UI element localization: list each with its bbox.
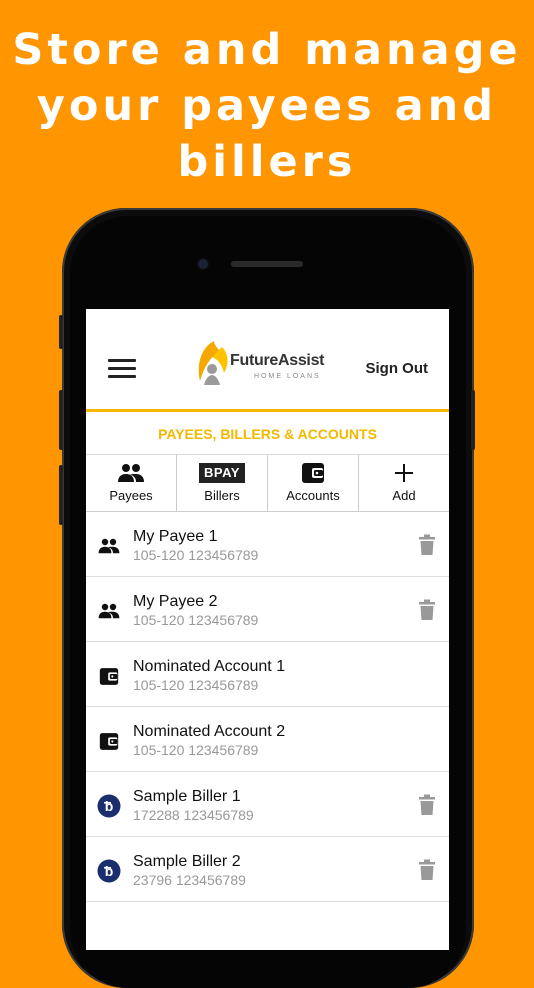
menu-icon[interactable] — [108, 359, 136, 379]
bpay-badge-icon: b — [97, 794, 121, 818]
volume-down-button — [59, 465, 63, 525]
tab-bar: Payees BPAY Billers Accounts Add — [86, 455, 449, 512]
tab-accounts[interactable]: Accounts — [268, 455, 359, 511]
item-name: Sample Biller 2 — [133, 853, 241, 870]
people-icon — [97, 534, 121, 558]
trash-icon[interactable] — [418, 794, 436, 816]
tab-billers[interactable]: BPAY Billers — [177, 455, 268, 511]
logo-subtitle: HOME LOANS — [254, 373, 321, 380]
app-header: FutureAssist HOME LOANS Sign Out — [86, 309, 449, 412]
earpiece-speaker — [231, 261, 303, 267]
svg-text:b: b — [105, 798, 114, 814]
list-item-biller[interactable]: b Sample Biller 1 172288 123456789 — [86, 772, 449, 837]
section-title: PAYEES, BILLERS & ACCOUNTS — [86, 412, 449, 455]
item-name: My Payee 1 — [133, 528, 218, 545]
trash-icon[interactable] — [418, 534, 436, 556]
sign-out-button[interactable]: Sign Out — [366, 360, 429, 377]
item-account-number: 105-120 123456789 — [133, 677, 259, 693]
trash-icon[interactable] — [418, 859, 436, 881]
people-icon — [97, 599, 121, 623]
wallet-icon — [97, 664, 121, 688]
bpay-icon: BPAY — [199, 461, 245, 485]
logo-mark-icon — [198, 341, 228, 385]
wallet-icon — [97, 729, 121, 753]
plus-icon — [395, 461, 413, 485]
list-item-payee[interactable]: My Payee 2 105-120 123456789 — [86, 577, 449, 642]
tab-accounts-label: Accounts — [286, 488, 340, 503]
item-name: Nominated Account 1 — [133, 658, 286, 675]
trash-icon[interactable] — [418, 599, 436, 621]
logo-wordmark: FutureAssist — [230, 352, 325, 369]
item-biller-reference: 172288 123456789 — [133, 807, 254, 823]
item-account-number: 105-120 123456789 — [133, 742, 259, 758]
item-account-number: 105-120 123456789 — [133, 547, 259, 563]
promo-headline: Store and manage your payees and billers — [0, 22, 534, 190]
svg-text:b: b — [105, 863, 114, 879]
power-button — [471, 390, 475, 450]
list-item-account[interactable]: Nominated Account 2 105-120 123456789 — [86, 707, 449, 772]
list-item-account[interactable]: Nominated Account 1 105-120 123456789 — [86, 642, 449, 707]
mute-switch — [59, 315, 63, 349]
headline-line-1: Store and manage — [12, 25, 522, 75]
tab-add[interactable]: Add — [359, 455, 449, 511]
item-account-number: 105-120 123456789 — [133, 612, 259, 628]
tab-add-label: Add — [392, 488, 416, 503]
item-biller-reference: 23796 123456789 — [133, 872, 246, 888]
item-name: Nominated Account 2 — [133, 723, 286, 740]
wallet-icon — [301, 461, 325, 485]
payee-list: My Payee 1 105-120 123456789 My Payee 2 … — [86, 512, 449, 902]
tab-payees[interactable]: Payees — [86, 455, 177, 511]
list-item-biller[interactable]: b Sample Biller 2 23796 123456789 — [86, 837, 449, 902]
list-item-payee[interactable]: My Payee 1 105-120 123456789 — [86, 512, 449, 577]
item-name: Sample Biller 1 — [133, 788, 241, 805]
future-assist-logo: FutureAssist HOME LOANS — [194, 337, 344, 391]
tab-payees-label: Payees — [109, 488, 153, 503]
item-name: My Payee 2 — [133, 593, 218, 610]
bpay-icon-text: BPAY — [199, 463, 245, 483]
bpay-badge-icon: b — [97, 859, 121, 883]
tab-billers-label: Billers — [204, 488, 240, 503]
volume-up-button — [59, 390, 63, 450]
headline-line-3: billers — [177, 137, 357, 187]
app-screen: FutureAssist HOME LOANS Sign Out PAYEES,… — [86, 309, 449, 950]
headline-line-2: your payees and — [36, 81, 498, 131]
front-camera — [198, 259, 208, 269]
people-icon — [117, 461, 145, 485]
